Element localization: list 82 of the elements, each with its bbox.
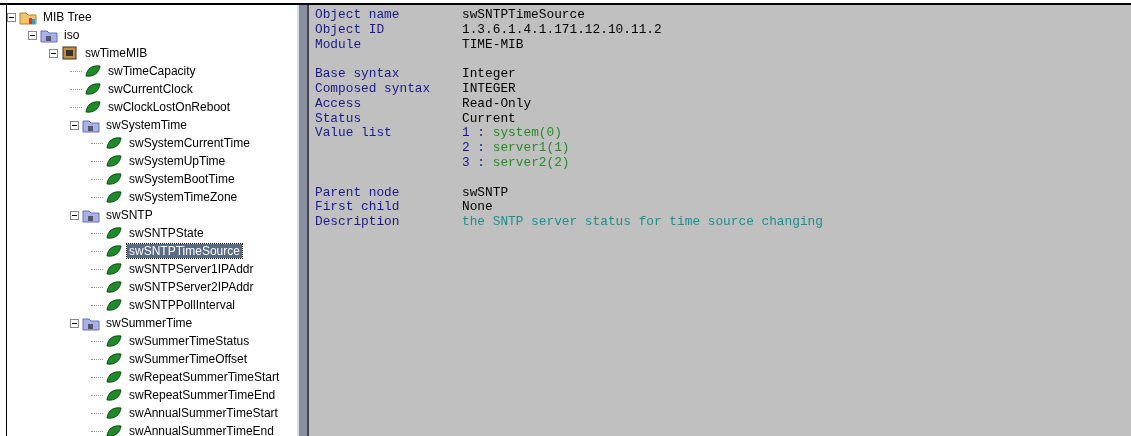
field-value: TIME-MIB	[462, 37, 524, 53]
tree-item[interactable]: swSystemBootTime	[127, 172, 237, 186]
leaf-icon	[84, 63, 102, 79]
tree-item[interactable]: MIB Tree	[41, 10, 94, 24]
tree-item[interactable]: swSNTPServer1IPAddr	[127, 262, 256, 276]
tree-item[interactable]: swTimeMIB	[83, 46, 150, 60]
field-label: Composed syntax	[315, 82, 432, 97]
field-label: Status	[315, 111, 363, 127]
module-icon	[61, 45, 79, 61]
collapse-toggle[interactable]	[70, 318, 79, 328]
value-number: 3 :	[462, 155, 486, 171]
folder-icon	[19, 9, 37, 25]
leaf-icon	[105, 225, 123, 241]
leaf-icon	[105, 297, 123, 313]
leaf-icon	[105, 369, 123, 385]
tree-item[interactable]: swTimeCapacity	[106, 64, 198, 78]
tree-item[interactable]: swSystemTime	[104, 118, 189, 132]
collapse-toggle[interactable]	[7, 12, 16, 22]
value-name: server1(1)	[492, 141, 570, 156]
tree-item[interactable]: swSystemUpTime	[127, 154, 228, 168]
tree-item[interactable]: swSNTPTimeSource	[127, 244, 242, 258]
field-value: Read-Only	[462, 96, 532, 112]
tree-item[interactable]: iso	[62, 28, 82, 42]
leaf-icon	[105, 261, 123, 277]
field-value: INTEGER	[462, 82, 516, 97]
tree-item[interactable]: swRepeatSummerTimeEnd	[127, 388, 278, 402]
tree-item[interactable]: swRepeatSummerTimeStart	[127, 370, 282, 384]
tree-item[interactable]: swSystemCurrentTime	[127, 136, 252, 150]
field-value: Integer	[462, 67, 516, 82]
tree-item[interactable]: swSummerTimeStatus	[127, 334, 252, 348]
collapse-toggle[interactable]	[70, 120, 79, 130]
tree-item[interactable]: swSNTPState	[127, 226, 206, 240]
leaf-icon	[105, 171, 123, 187]
value-number: 1 :	[462, 126, 486, 142]
field-label: Description	[315, 215, 401, 230]
leaf-icon	[105, 333, 123, 349]
collapse-toggle[interactable]	[49, 48, 58, 58]
field-label: Access	[315, 96, 363, 112]
field-value: 1.3.6.1.4.1.171.12.10.11.2	[462, 22, 662, 38]
value-name: server2(2)	[492, 155, 570, 171]
field-label: Object ID	[315, 22, 386, 38]
leaf-icon	[105, 189, 123, 205]
field-label: Module	[315, 37, 363, 53]
tree-item[interactable]: swClockLostOnReboot	[106, 100, 233, 114]
leaf-icon	[105, 243, 123, 259]
leaf-icon	[84, 81, 102, 97]
tree-item[interactable]: swAnnualSummerTimeStart	[127, 406, 280, 420]
collapse-toggle[interactable]	[70, 210, 79, 220]
leaf-icon	[105, 135, 123, 151]
folder-icon	[82, 207, 100, 223]
field-label: First child	[315, 200, 401, 216]
folder-icon	[82, 117, 100, 133]
field-value: Current	[462, 111, 516, 127]
value-number: 2 :	[462, 141, 486, 156]
tree-item[interactable]: swAnnualSummerTimeEnd	[127, 424, 276, 436]
leaf-icon	[105, 351, 123, 367]
tree-item[interactable]: swCurrentClock	[106, 82, 195, 96]
leaf-icon	[105, 405, 123, 421]
field-value: the SNTP server status for time source changing	[462, 215, 823, 230]
folder-icon	[40, 27, 58, 43]
value-name: system(0)	[492, 126, 562, 142]
field-label: Base syntax	[315, 67, 401, 82]
tree-item[interactable]: swSNTPPollInterval	[127, 298, 238, 312]
tree-item[interactable]: swSummerTimeOffset	[127, 352, 250, 366]
leaf-icon	[105, 423, 123, 436]
field-value: None	[462, 200, 493, 216]
tree-item[interactable]: swSummerTime	[104, 316, 195, 330]
field-value: swSNTPTimeSource	[462, 8, 585, 23]
field-label: Parent node	[315, 185, 401, 201]
field-label: Object name	[315, 8, 401, 23]
leaf-icon	[105, 387, 123, 403]
folder-icon	[82, 315, 100, 331]
leaf-icon	[84, 99, 102, 115]
collapse-toggle[interactable]	[28, 30, 37, 40]
field-value: swSNTP	[462, 185, 509, 201]
tree-item[interactable]: swSystemTimeZone	[127, 190, 240, 204]
leaf-icon	[105, 153, 123, 169]
leaf-icon	[105, 279, 123, 295]
splitter[interactable]	[297, 5, 309, 436]
field-label: Value list	[315, 126, 393, 142]
tree-item[interactable]: swSNTP	[104, 208, 155, 222]
tree-item[interactable]: swSNTPServer2IPAddr	[127, 280, 256, 294]
